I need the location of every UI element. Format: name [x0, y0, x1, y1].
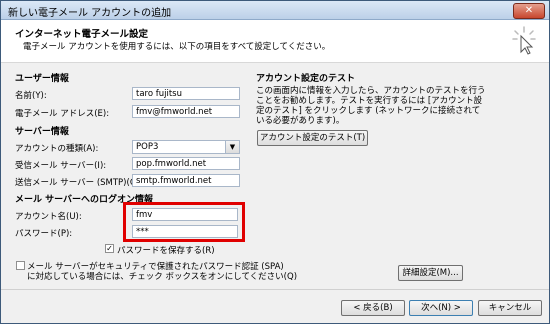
account-type-select[interactable]: POP3 ▼ [132, 140, 240, 154]
email-label: 電子メール アドレス(E): [15, 109, 110, 119]
back-button[interactable]: < 戻る(B) [341, 300, 405, 316]
save-password-checkbox[interactable]: ✓ [105, 244, 114, 253]
footer-divider [1, 289, 549, 290]
wizard-header: インターネット電子メール設定 電子メール アカウントを使用するには、以下の項目を… [1, 20, 549, 63]
account-type-value: POP3 [136, 142, 159, 152]
chevron-down-icon[interactable]: ▼ [225, 141, 239, 153]
server-info-heading: サーバー情報 [15, 127, 69, 137]
highlight-box [123, 202, 245, 242]
user-info-heading: ユーザー情報 [15, 74, 69, 84]
cancel-button[interactable]: キャンセル [478, 300, 542, 316]
spa-checkbox[interactable] [16, 261, 25, 270]
more-settings-button[interactable]: 詳細設定(M)... [398, 265, 463, 281]
save-password-label[interactable]: パスワードを保存する(R) [117, 244, 215, 256]
test-description: この画面内に情報を入力したら、アカウントのテストを行うことをお勧めします。テスト… [256, 86, 486, 126]
password-label: パスワード(P): [15, 229, 73, 239]
page-title: インターネット電子メール設定 [15, 29, 149, 40]
add-email-account-dialog: 新しい電子メール アカウントの追加 ✕ インターネット電子メール設定 電子メール… [0, 0, 550, 324]
next-button[interactable]: 次へ(N) > [409, 300, 473, 316]
page-subtitle: 電子メール アカウントを使用するには、以下の項目をすべて設定してください。 [23, 42, 331, 52]
close-button[interactable]: ✕ [513, 3, 545, 19]
outgoing-server-field[interactable]: smtp.fmworld.net [132, 174, 240, 187]
name-field[interactable]: taro fujitsu [132, 87, 240, 100]
name-label: 名前(Y): [15, 91, 47, 101]
cursor-click-icon [512, 26, 536, 55]
email-field[interactable]: fmv@fmworld.net [132, 105, 240, 118]
window-title: 新しい電子メール アカウントの追加 [8, 8, 172, 19]
test-heading: アカウント設定のテスト [256, 74, 356, 84]
test-account-button[interactable]: アカウント設定のテスト(T) [257, 130, 368, 146]
incoming-server-field[interactable]: pop.fmworld.net [132, 157, 240, 170]
spa-label-line2[interactable]: に対応している場合には、チェック ボックスをオンにしてください(Q) [27, 270, 297, 282]
outgoing-server-label: 送信メール サーバー (SMTP)(O): [15, 178, 143, 188]
title-bar: 新しい電子メール アカウントの追加 ✕ [1, 1, 549, 20]
incoming-server-label: 受信メール サーバー(I): [15, 161, 107, 171]
account-type-label: アカウントの種類(A): [15, 144, 99, 154]
account-name-label: アカウント名(U): [15, 212, 82, 222]
